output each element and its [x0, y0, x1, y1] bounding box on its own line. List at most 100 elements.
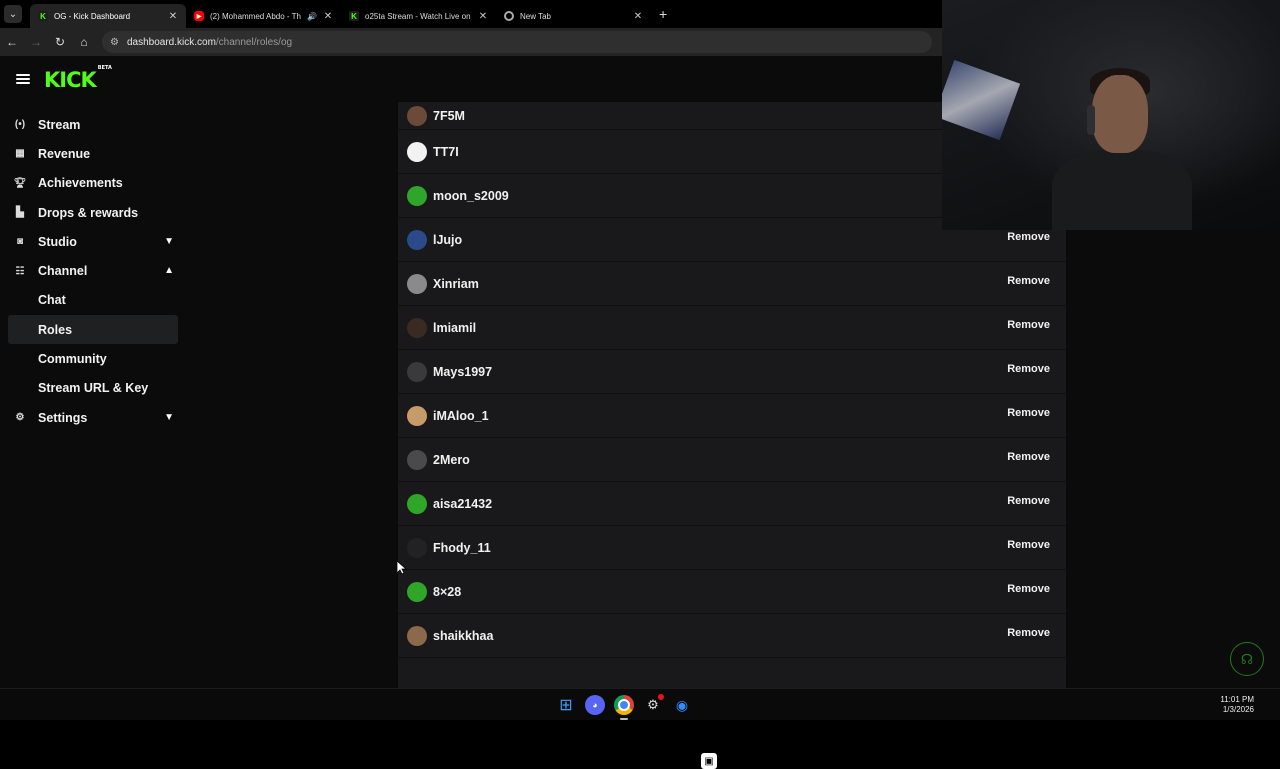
remove-button[interactable]: Remove: [1007, 627, 1050, 639]
chevron-down-icon[interactable]: ▼: [164, 412, 174, 423]
sidebar-item-revenue[interactable]: ▦ Revenue: [0, 139, 190, 168]
kick-logo[interactable]: KICK BETA: [44, 65, 112, 92]
tab-new-tab[interactable]: New Tab ✕: [496, 4, 651, 28]
broadcast-icon: (•): [14, 119, 26, 131]
tab-youtube[interactable]: ▶ (2) Mohammed Abdo - The 🔊 ✕: [186, 4, 341, 28]
chevron-up-icon[interactable]: ▲: [164, 265, 174, 276]
site-info-icon[interactable]: ⚙: [110, 37, 119, 48]
close-icon[interactable]: ✕: [478, 11, 488, 22]
logo-text: KICK: [44, 68, 97, 92]
sidebar-item-studio[interactable]: ◙ Studio ▼: [0, 227, 190, 256]
avatar: [407, 537, 427, 558]
steam-icon[interactable]: ⚙: [643, 694, 664, 715]
chart-icon: ▦: [15, 148, 25, 160]
remove-button[interactable]: Remove: [1007, 363, 1050, 375]
close-icon[interactable]: ✕: [323, 11, 333, 22]
sidebar-subitem-community[interactable]: Community: [8, 344, 178, 373]
youtube-icon: ▶: [194, 11, 204, 21]
tab-title: OG - Kick Dashboard: [54, 11, 131, 21]
sidebar-item-channel[interactable]: ☷ Channel ▲: [0, 256, 190, 285]
back-arrow-icon[interactable]: ←: [0, 35, 24, 49]
mouse-cursor-icon: [396, 560, 408, 575]
list-item: Xinriam Remove: [398, 262, 1066, 306]
forward-arrow-icon[interactable]: →: [24, 35, 48, 49]
gift-icon: ▙: [16, 207, 24, 219]
sidebar-item-label: Revenue: [38, 146, 91, 161]
tab-kick-dashboard[interactable]: K OG - Kick Dashboard ✕: [30, 4, 186, 28]
list-item: iMAloo_1 Remove: [398, 394, 1066, 438]
remove-button[interactable]: Remove: [1007, 231, 1050, 243]
remove-button[interactable]: Remove: [1007, 583, 1050, 595]
sidebar-subitem-roles[interactable]: Roles: [8, 315, 178, 345]
username: lJujo: [433, 232, 463, 247]
gear-icon: ⚙: [15, 412, 25, 424]
sidebar-subitem-label: Community: [38, 352, 107, 367]
remove-button[interactable]: Remove: [1007, 319, 1050, 331]
sidebar-item-stream[interactable]: (•) Stream: [0, 110, 190, 139]
clock-time: 11:01 PM: [1220, 695, 1254, 704]
webcam-overlay: [942, 0, 1280, 230]
edge-icon[interactable]: ◉: [672, 695, 692, 715]
username: Mays1997: [433, 364, 493, 379]
avatar: [407, 317, 427, 338]
sidebar-item-achievements[interactable]: 🏆︎ Achievements: [0, 169, 190, 198]
reload-icon[interactable]: ↻: [48, 35, 72, 49]
windows-taskbar: ⊞ ◕ ⚙ ◉ ▣ 11:01 PM 1/3/2026: [0, 688, 1280, 769]
tab-title: New Tab: [520, 11, 551, 21]
url-bar[interactable]: ⚙ dashboard.kick.com/channel/roles/og: [102, 31, 932, 53]
remove-button[interactable]: Remove: [1007, 539, 1050, 551]
close-icon[interactable]: ✕: [633, 11, 643, 22]
sidebar-item-label: Settings: [38, 410, 88, 425]
system-clock[interactable]: 11:01 PM 1/3/2026: [1220, 695, 1254, 715]
discord-icon[interactable]: ◕: [585, 695, 605, 715]
username: 8×28: [433, 584, 462, 599]
hamburger-menu-icon[interactable]: [16, 74, 30, 84]
avatar: [407, 105, 427, 126]
list-item: 2Mero Remove: [398, 438, 1066, 482]
support-headset-icon[interactable]: ☊: [1230, 642, 1264, 676]
remove-button[interactable]: Remove: [1007, 275, 1050, 287]
windows-start-icon[interactable]: ⊞: [556, 695, 576, 715]
remove-button[interactable]: Remove: [1007, 407, 1050, 419]
sidebar-subitem-stream-url-key[interactable]: Stream URL & Key: [8, 374, 178, 403]
url-path: /channel/roles/og: [215, 36, 293, 48]
sidebar-item-drops[interactable]: ▙ Drops & rewards: [0, 198, 190, 227]
username: 7F5M: [433, 108, 465, 123]
app-icon[interactable]: ▣: [701, 753, 717, 769]
kick-icon: K: [38, 11, 48, 21]
sidebar-item-settings[interactable]: ⚙ Settings ▼: [0, 403, 190, 432]
avatar: [407, 141, 427, 162]
chrome-icon[interactable]: [614, 695, 634, 720]
username: iMAloo_1: [433, 408, 489, 423]
speaker-icon[interactable]: 🔊: [307, 12, 317, 21]
avatar: [407, 581, 427, 602]
remove-button[interactable]: Remove: [1007, 451, 1050, 463]
list-item: Mays1997 Remove: [398, 350, 1066, 394]
tab-search-chevron-icon[interactable]: ⌄: [4, 5, 22, 23]
close-icon[interactable]: ✕: [168, 11, 178, 22]
chevron-down-icon[interactable]: ▼: [164, 236, 174, 247]
list-item: Fhody_11 Remove: [398, 526, 1066, 570]
list-item: 8×28 Remove: [398, 570, 1066, 614]
sidebar-item-label: Studio: [38, 234, 77, 249]
avatar: [407, 185, 427, 206]
chrome-icon: [504, 11, 514, 21]
list-item: shaikkhaa Remove: [398, 614, 1066, 658]
remove-button[interactable]: Remove: [1007, 495, 1050, 507]
sidebar: (•) Stream ▦ Revenue 🏆︎ Achievements ▙ D…: [0, 110, 190, 432]
home-icon[interactable]: ⌂: [72, 35, 96, 49]
new-tab-plus-icon[interactable]: +: [659, 6, 667, 22]
username: 2Mero: [433, 452, 470, 467]
avatar: [407, 229, 427, 250]
username: Xinriam: [433, 276, 479, 291]
studio-icon: ◙: [16, 236, 24, 248]
channel-icon: ☷: [15, 265, 25, 277]
sidebar-subitem-chat[interactable]: Chat: [8, 286, 178, 315]
avatar: [407, 493, 427, 514]
sidebar-item-label: Stream: [38, 117, 81, 132]
sidebar-subitem-label: Chat: [38, 293, 66, 308]
list-item: aisa21432 Remove: [398, 482, 1066, 526]
username: lmiamil: [433, 320, 477, 335]
tab-kick-stream[interactable]: K o25ta Stream - Watch Live on I ✕: [341, 4, 496, 28]
username: aisa21432: [433, 496, 493, 511]
